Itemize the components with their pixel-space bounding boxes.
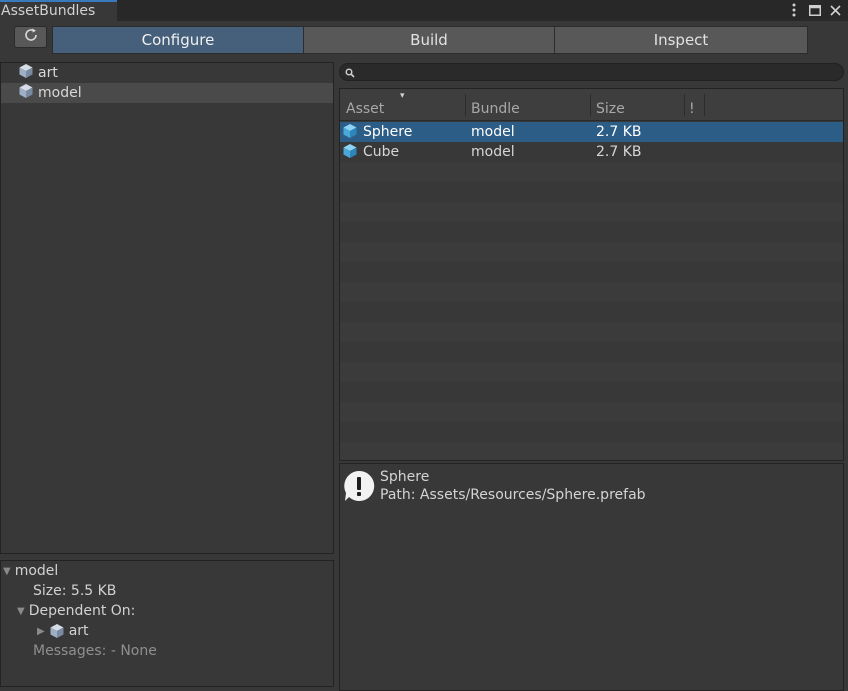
window-tab-strip <box>0 0 848 21</box>
kebab-menu-icon[interactable] <box>785 1 803 19</box>
table-stripe <box>340 402 843 422</box>
refresh-icon <box>23 27 39 47</box>
table-stripe <box>340 322 843 342</box>
cell-bundle: model <box>471 144 515 160</box>
table-stripe <box>340 282 843 302</box>
message-panel: Sphere Path: Assets/Resources/Sphere.pre… <box>339 463 844 691</box>
table-row[interactable]: Sphere model 2.7 KB <box>340 122 843 142</box>
warning-bubble-icon <box>342 469 376 507</box>
cube-icon <box>18 83 34 103</box>
close-icon[interactable] <box>826 1 844 19</box>
triangle-right-icon: ▶ <box>37 625 45 637</box>
details-bundle-foldout[interactable]: ▼ model <box>3 561 58 581</box>
triangle-down-icon: ▼ <box>17 605 25 617</box>
table-row[interactable]: Cube model 2.7 KB <box>340 142 843 162</box>
bundle-item-label: model <box>38 85 82 101</box>
table-stripe <box>340 202 843 222</box>
asset-table: ▾ Asset Bundle Size ! Sphere model 2.7 K… <box>339 88 844 461</box>
prefab-icon <box>342 143 358 163</box>
triangle-down-icon: ▼ <box>3 565 11 577</box>
sort-indicator-icon[interactable]: ▾ <box>400 91 405 101</box>
window-tab[interactable]: AssetBundles <box>0 0 117 21</box>
dependent-on-foldout[interactable]: ▼ Dependent On: <box>17 601 135 621</box>
table-stripe <box>340 362 843 382</box>
column-header-messages[interactable]: ! <box>689 101 695 117</box>
bundle-details-panel: ▼ model Size: 5.5 KB ▼ Dependent On: ▶ a… <box>0 560 334 687</box>
details-messages: Messages: - None <box>33 643 157 659</box>
column-divider[interactable] <box>590 94 591 116</box>
table-stripe <box>340 162 843 182</box>
message-path: Path: Assets/Resources/Sphere.prefab <box>380 487 646 503</box>
maximize-icon[interactable] <box>806 1 824 19</box>
table-stripe <box>340 242 843 262</box>
details-bundle-name: model <box>14 563 59 579</box>
column-header-size[interactable]: Size <box>596 101 625 117</box>
bundle-item-model[interactable]: model <box>1 83 333 103</box>
cube-icon <box>18 63 34 83</box>
column-divider[interactable] <box>684 94 685 116</box>
search-icon <box>345 66 355 82</box>
cell-size: 2.7 KB <box>596 144 642 160</box>
bundle-item-label: art <box>38 65 58 81</box>
table-header: ▾ Asset Bundle Size ! <box>340 89 843 121</box>
prefab-icon <box>342 123 358 143</box>
dependency-item-art[interactable]: ▶ art <box>37 621 89 641</box>
cell-asset: Cube <box>363 144 400 160</box>
tab-inspect[interactable]: Inspect <box>554 26 808 54</box>
dependent-on-label: Dependent On: <box>28 603 136 619</box>
search-input[interactable] <box>339 63 844 81</box>
refresh-button[interactable] <box>14 26 47 48</box>
tab-build[interactable]: Build <box>303 26 555 54</box>
dependency-label: art <box>68 623 89 639</box>
tab-configure[interactable]: Configure <box>52 26 304 54</box>
bundle-item-art[interactable]: art <box>1 63 333 83</box>
cube-icon <box>49 623 65 639</box>
table-stripe <box>340 442 843 460</box>
column-divider[interactable] <box>704 94 705 116</box>
bundle-list-panel: art model <box>0 62 334 554</box>
cell-size: 2.7 KB <box>596 124 642 140</box>
cell-bundle: model <box>471 124 515 140</box>
column-header-bundle[interactable]: Bundle <box>471 101 520 117</box>
column-header-asset[interactable]: Asset <box>346 101 384 117</box>
cell-asset: Sphere <box>363 124 413 140</box>
column-divider[interactable] <box>465 94 466 116</box>
details-size: Size: 5.5 KB <box>33 583 117 599</box>
message-title: Sphere <box>380 469 430 485</box>
